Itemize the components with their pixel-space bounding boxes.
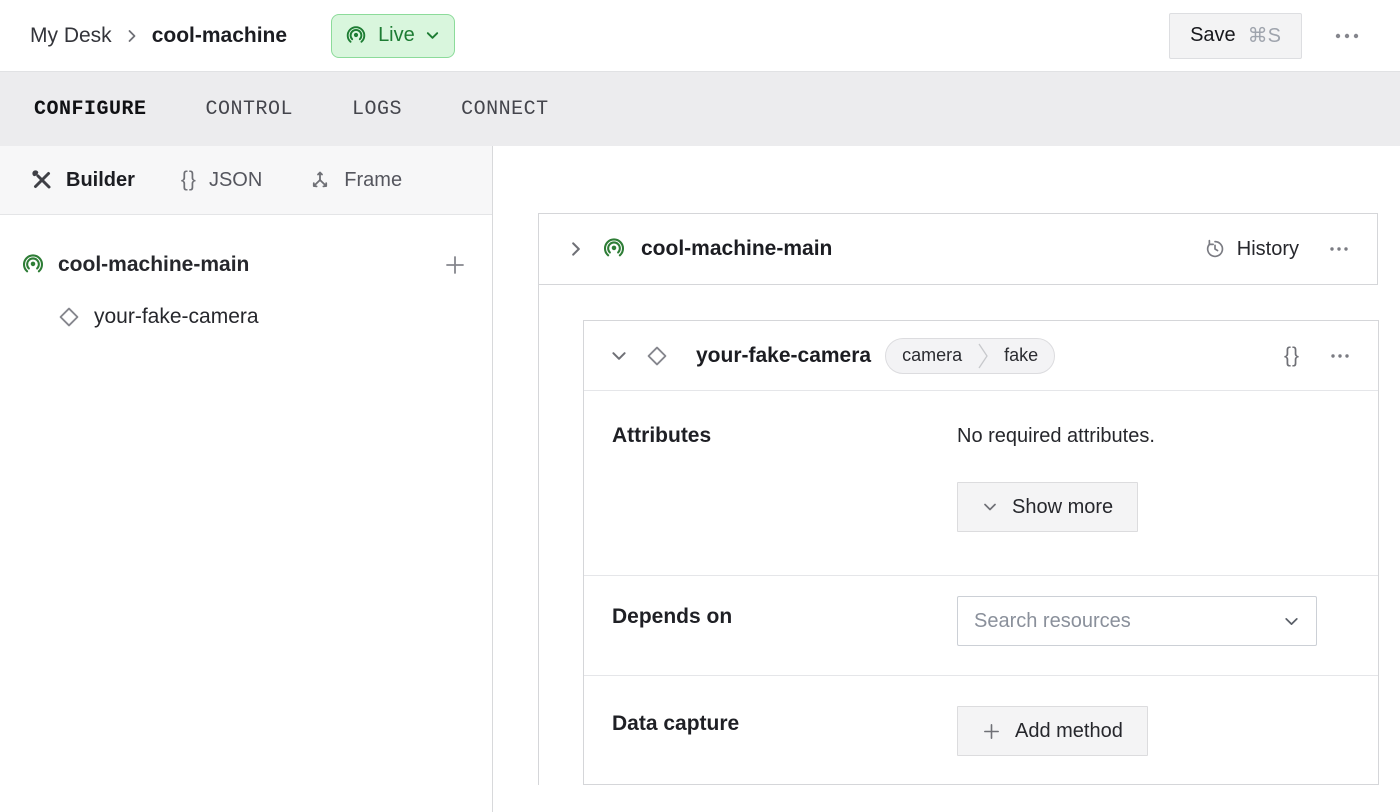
chevron-down-icon (1283, 613, 1300, 630)
view-tab-frame-label: Frame (344, 169, 402, 192)
tree-item-component[interactable]: your-fake-camera (0, 291, 492, 343)
config-sidebar: Builder {} JSON Frame (0, 146, 493, 812)
content-area: Builder {} JSON Frame (0, 146, 1400, 812)
broadcast-icon (20, 252, 46, 278)
top-bar: My Desk cool-machine Live Save ⌘S (0, 0, 1400, 72)
chevron-right-icon (124, 28, 140, 44)
machine-part-card: cool-machine-main History (538, 213, 1378, 285)
diamond-icon (56, 304, 82, 330)
add-method-button[interactable]: Add method (957, 706, 1148, 756)
app-root: My Desk cool-machine Live Save ⌘S (0, 0, 1400, 812)
breadcrumb-item-parent[interactable]: My Desk (30, 24, 112, 48)
component-type-badge: camera fake (885, 338, 1055, 374)
depends-on-section: Depends on Search resources (584, 576, 1378, 676)
component-type: camera (886, 345, 978, 366)
breadcrumb-item-current: cool-machine (152, 24, 287, 48)
save-button[interactable]: Save ⌘S (1169, 13, 1302, 59)
resource-tree: cool-machine-main your-fake-camera (0, 215, 492, 343)
data-capture-label: Data capture (612, 676, 957, 786)
show-more-button[interactable]: Show more (957, 482, 1138, 532)
badge-chevron-divider (978, 338, 988, 374)
broadcast-icon (344, 24, 368, 48)
component-menu-button[interactable] (1330, 353, 1350, 359)
breadcrumb: My Desk cool-machine (30, 24, 287, 48)
view-tab-json[interactable]: {} JSON (181, 168, 262, 192)
tab-connect[interactable]: CONNECT (461, 98, 549, 121)
tools-icon (30, 168, 54, 192)
chevron-down-icon (425, 28, 440, 43)
component-card-title: your-fake-camera (696, 344, 871, 368)
part-card-title: cool-machine-main (641, 237, 832, 261)
tree-item-machine-part-label: cool-machine-main (58, 253, 249, 277)
card-connector-line (538, 285, 539, 785)
braces-icon: {} (181, 168, 197, 192)
collapse-component-button[interactable] (610, 347, 628, 365)
overflow-menu-button[interactable] (1334, 32, 1360, 40)
ellipsis-icon (1329, 246, 1349, 252)
chevron-down-icon (610, 347, 628, 365)
diamond-icon (644, 343, 670, 369)
view-tab-builder-label: Builder (66, 169, 135, 192)
history-button-label: History (1237, 238, 1299, 261)
expand-part-button[interactable] (567, 240, 585, 258)
ellipsis-icon (1334, 32, 1360, 40)
view-tab-json-label: JSON (209, 169, 262, 192)
machine-nav-tabs: CONFIGURE CONTROL LOGS CONNECT (0, 72, 1400, 146)
axes-icon (308, 168, 332, 192)
attributes-empty-text: No required attributes. (957, 425, 1155, 448)
chevron-right-icon (567, 240, 585, 258)
tab-logs[interactable]: LOGS (352, 98, 402, 121)
tab-control[interactable]: CONTROL (206, 98, 294, 121)
attributes-label: Attributes (612, 391, 957, 575)
config-main: cool-machine-main History (493, 146, 1400, 812)
history-button[interactable]: History (1203, 237, 1299, 261)
add-method-label: Add method (1015, 720, 1123, 743)
view-tab-builder[interactable]: Builder (30, 168, 135, 192)
broadcast-icon (601, 236, 627, 262)
tab-configure[interactable]: CONFIGURE (34, 98, 147, 121)
view-tab-frame[interactable]: Frame (308, 168, 402, 192)
plus-icon (444, 254, 466, 276)
machine-status-label: Live (378, 24, 415, 47)
save-button-label: Save (1190, 24, 1236, 47)
part-menu-button[interactable] (1329, 246, 1349, 252)
tree-item-machine-part[interactable]: cool-machine-main (0, 239, 492, 291)
edit-json-button[interactable]: {} (1284, 344, 1300, 368)
depends-on-placeholder: Search resources (974, 610, 1131, 633)
save-shortcut-hint: ⌘S (1248, 23, 1281, 48)
component-card: your-fake-camera camera fake {} (583, 320, 1379, 785)
data-capture-section: Data capture Add method (584, 676, 1378, 786)
plus-icon (982, 722, 1001, 741)
add-component-button[interactable] (444, 254, 466, 276)
depends-on-select[interactable]: Search resources (957, 596, 1317, 646)
depends-on-label: Depends on (612, 576, 957, 675)
show-more-label: Show more (1012, 496, 1113, 519)
machine-status-dropdown[interactable]: Live (331, 14, 455, 58)
attributes-section: Attributes No required attributes. Show … (584, 391, 1378, 576)
history-icon (1203, 237, 1227, 261)
component-model: fake (988, 345, 1054, 366)
ellipsis-icon (1330, 353, 1350, 359)
component-card-header: your-fake-camera camera fake {} (584, 321, 1378, 391)
chevron-down-icon (982, 499, 998, 515)
sidebar-view-tabs: Builder {} JSON Frame (0, 146, 492, 215)
attributes-content: No required attributes. Show more (957, 391, 1155, 575)
tree-item-component-label: your-fake-camera (94, 305, 259, 329)
